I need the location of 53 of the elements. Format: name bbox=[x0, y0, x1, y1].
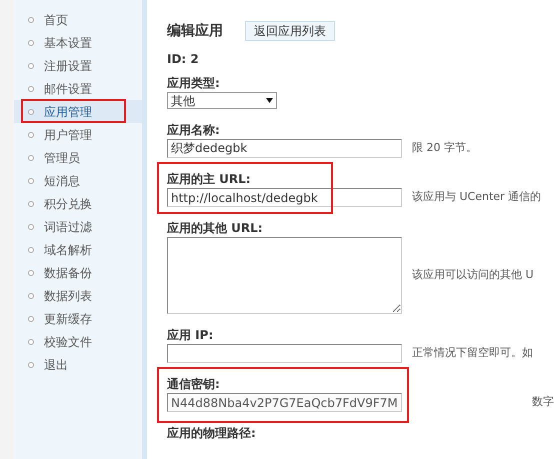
sidebar-item[interactable]: 注册设置 bbox=[14, 54, 142, 77]
hint-text: 限 20 字节。 bbox=[412, 140, 477, 156]
bullet-icon bbox=[28, 316, 34, 322]
field-label: 应用的物理路径: bbox=[167, 425, 257, 442]
back-button[interactable]: 返回应用列表 bbox=[245, 21, 335, 41]
sidebar-item[interactable]: 短消息 bbox=[14, 169, 142, 192]
hint-text: 该应用可以访问的其他 U bbox=[412, 267, 534, 284]
sidebar-item[interactable]: 积分兑换 bbox=[14, 192, 142, 215]
hint-text: 数字 bbox=[532, 394, 554, 410]
field-label: 应用的其他 URL: bbox=[167, 220, 264, 237]
sidebar-item[interactable]: 域名解析 bbox=[14, 238, 142, 261]
bullet-icon bbox=[28, 292, 34, 298]
sidebar-item[interactable]: 更新缓存 bbox=[14, 307, 142, 330]
bullet-icon bbox=[28, 178, 34, 184]
bullet-icon bbox=[28, 338, 34, 344]
sidebar-item[interactable]: 首页 bbox=[14, 8, 142, 31]
caret-icon bbox=[266, 98, 273, 103]
bullet-icon bbox=[28, 246, 34, 252]
hint-text: 正常情况下留空即可。如 bbox=[412, 345, 533, 362]
bullet-icon bbox=[28, 108, 34, 114]
input-field[interactable] bbox=[167, 344, 402, 363]
bullet-icon bbox=[28, 86, 34, 92]
field-label: 应用类型: bbox=[167, 75, 221, 92]
sidebar-item[interactable]: 退出 bbox=[14, 353, 142, 376]
sidebar-item[interactable]: 数据列表 bbox=[14, 284, 142, 307]
sidebar-item[interactable]: 用户管理 bbox=[14, 123, 142, 146]
bullet-icon bbox=[28, 40, 34, 46]
key-field[interactable]: N44d88Nba4v2P7G7EaQcb7FdV9F7M bbox=[167, 393, 402, 412]
sidebar-item[interactable]: 邮件设置 bbox=[14, 77, 142, 100]
sidebar-item[interactable]: 基本设置 bbox=[14, 31, 142, 54]
sidebar-item[interactable]: 管理员 bbox=[14, 146, 142, 169]
input-field[interactable]: http://localhost/dedegbk bbox=[167, 188, 402, 207]
sidebar-item[interactable]: 应用管理 bbox=[14, 100, 142, 123]
bullet-icon bbox=[28, 362, 34, 368]
field-label: 应用 IP: bbox=[167, 327, 214, 344]
bullet-icon bbox=[28, 154, 34, 160]
type-select[interactable]: 其他 bbox=[167, 92, 277, 109]
bullet-icon bbox=[28, 62, 34, 68]
bullet-icon bbox=[28, 132, 34, 138]
bullet-icon bbox=[28, 270, 34, 276]
field-label: 通信密钥: bbox=[167, 376, 221, 393]
bullet-icon bbox=[28, 224, 34, 230]
bullet-icon bbox=[28, 200, 34, 206]
hint-text: 该应用与 UCenter 通信的 bbox=[412, 189, 542, 206]
id-label: ID: 2 bbox=[167, 51, 200, 68]
sidebar-item[interactable]: 数据备份 bbox=[14, 261, 142, 284]
input-field[interactable]: 织梦dedegbk bbox=[167, 139, 402, 158]
sidebar-item[interactable]: 词语过滤 bbox=[14, 215, 142, 238]
page-title: 编辑应用 bbox=[167, 22, 223, 40]
bullet-icon bbox=[28, 16, 34, 22]
field-label: 应用的主 URL: bbox=[167, 171, 252, 188]
sidebar-item[interactable]: 校验文件 bbox=[14, 330, 142, 353]
field-label: 应用名称: bbox=[167, 122, 221, 139]
